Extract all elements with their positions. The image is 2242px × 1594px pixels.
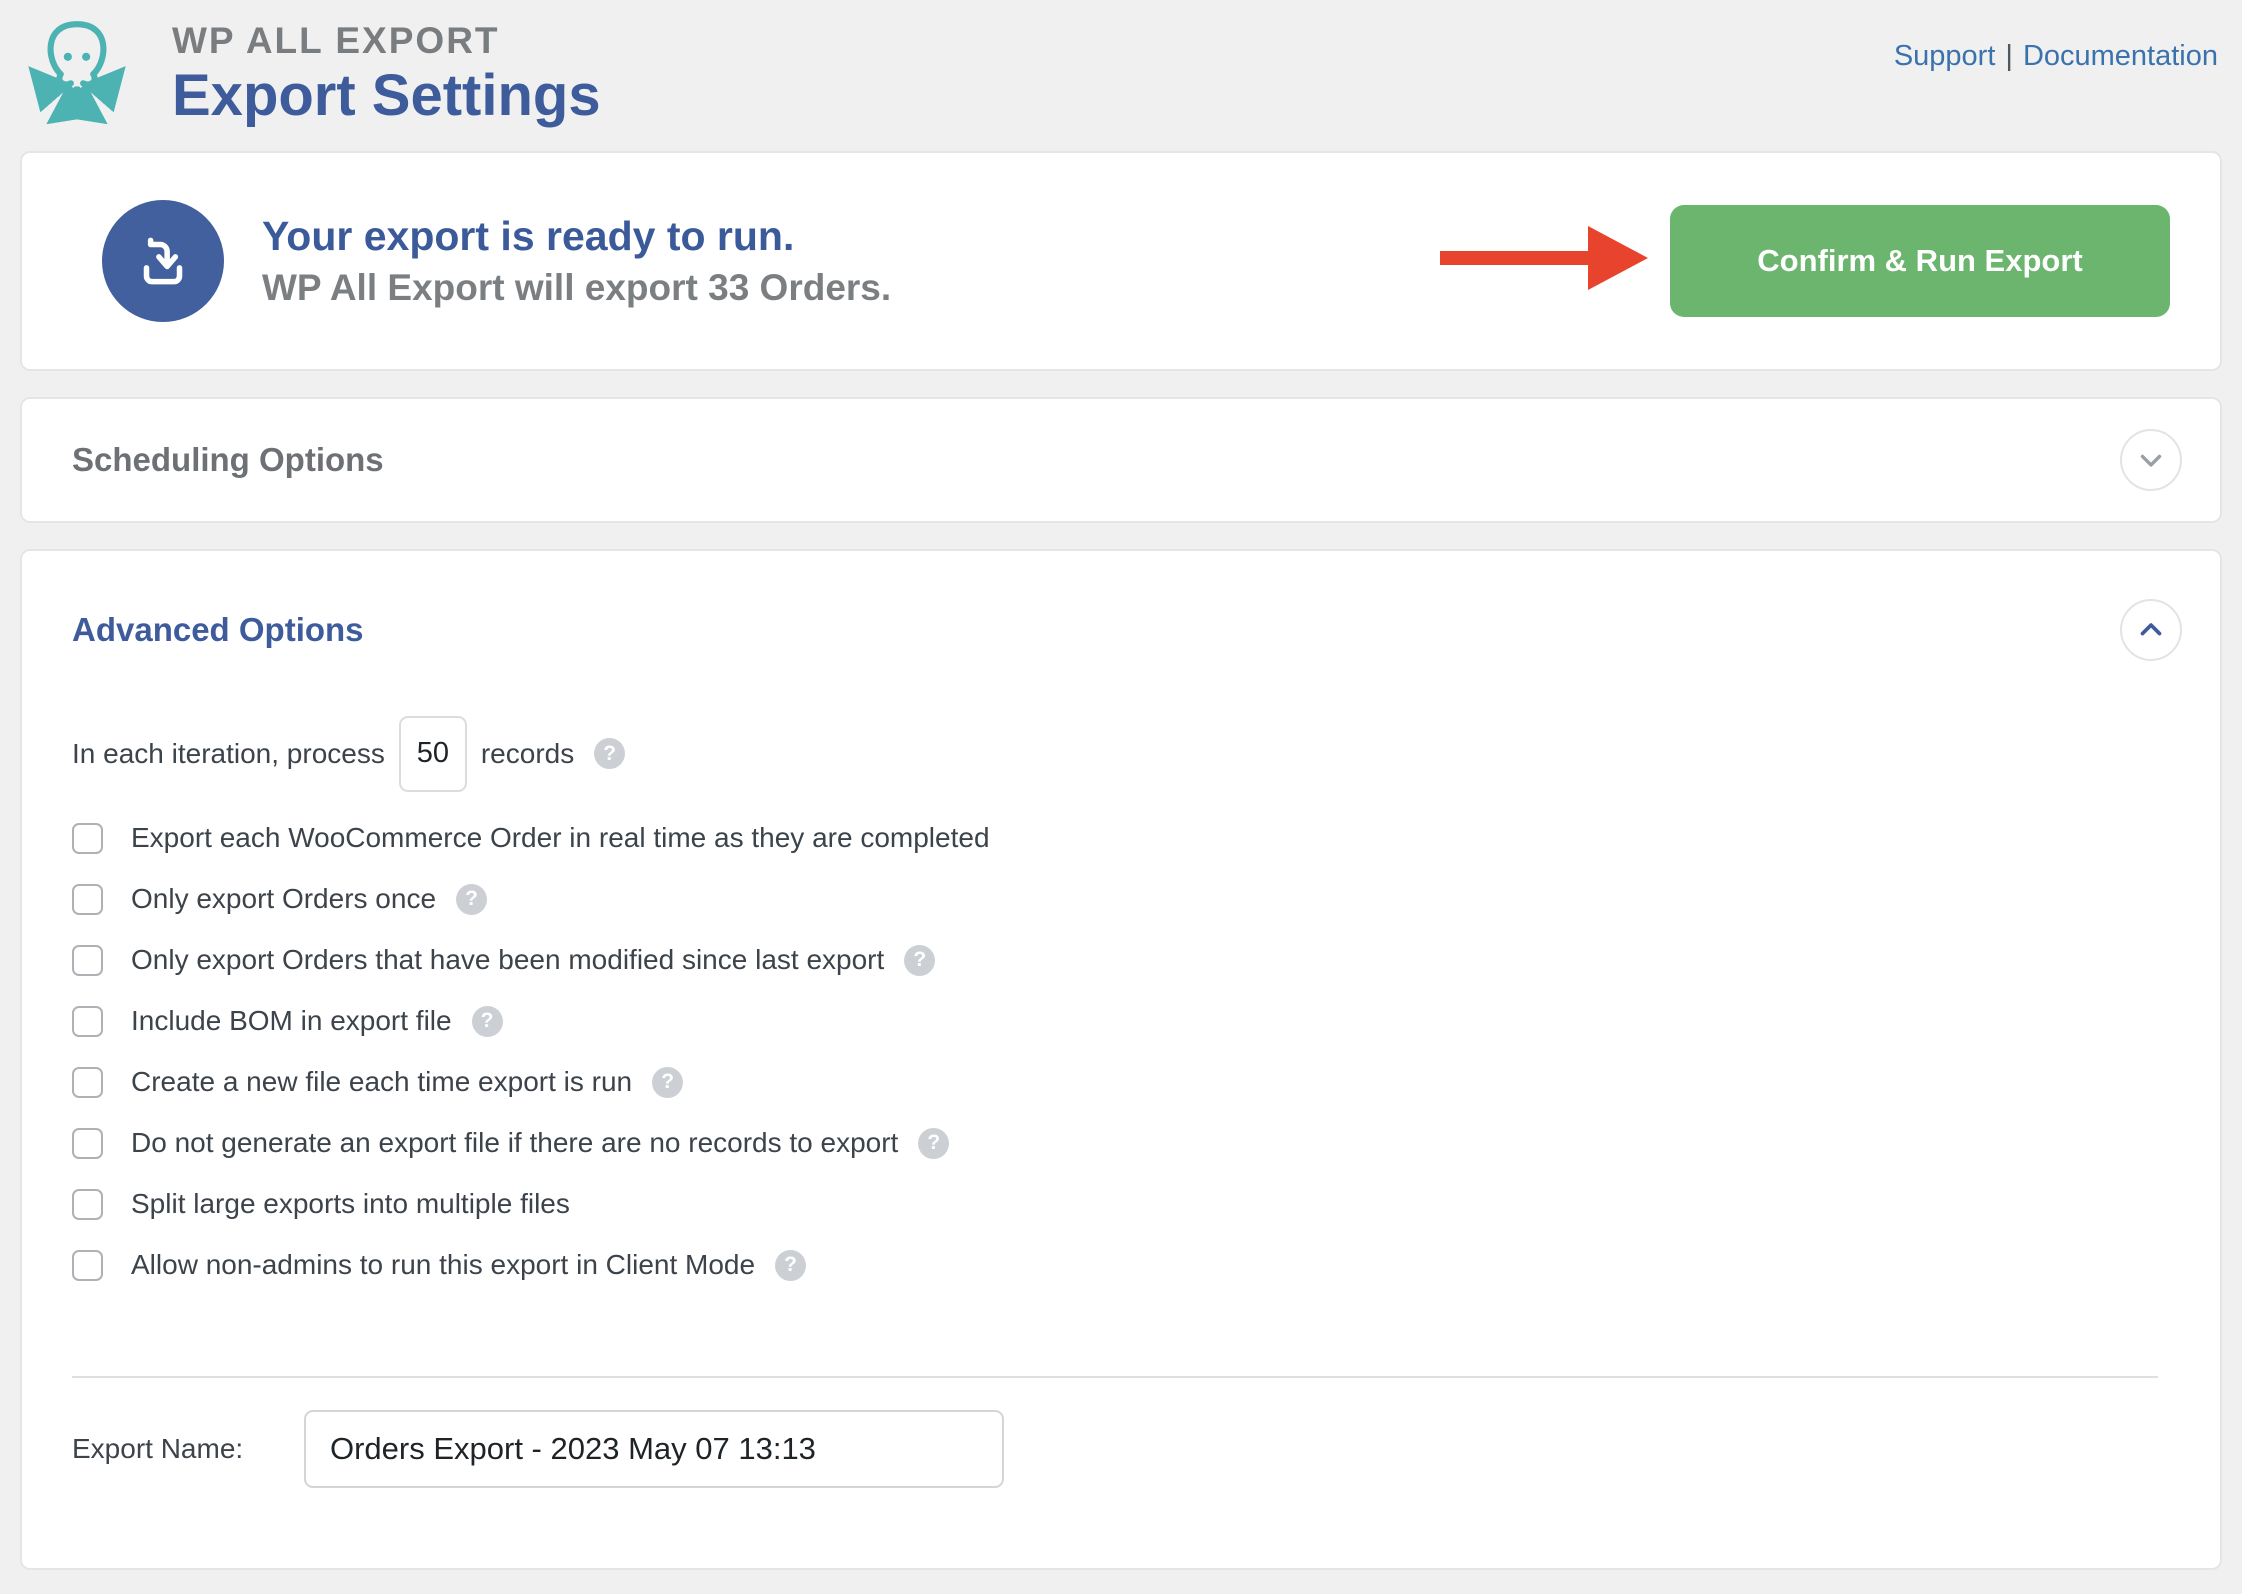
iteration-row: In each iteration, process records ?	[72, 716, 2170, 792]
chevron-down-icon	[2134, 443, 2168, 477]
page-header: WP ALL EXPORT Export Settings Support | Do…	[20, 0, 2222, 151]
chevron-up-icon	[2134, 613, 2168, 647]
help-icon[interactable]: ?	[918, 1128, 949, 1159]
iteration-suffix-label: records	[481, 738, 574, 770]
checkbox[interactable]	[72, 1189, 103, 1220]
checkbox-row: Do not generate an export file if there …	[72, 1113, 2170, 1174]
support-link[interactable]: Support	[1894, 40, 1996, 72]
advanced-options-header: Advanced Options	[72, 599, 2182, 661]
export-name-row: Export Name:	[72, 1410, 2170, 1488]
download-circle-icon	[102, 200, 224, 322]
link-separator: |	[2005, 40, 2013, 72]
advanced-options-title: Advanced Options	[72, 611, 364, 649]
checkbox-label: Export each WooCommerce Order in real ti…	[131, 822, 990, 854]
brand-name: WP ALL EXPORT	[172, 20, 601, 62]
checkbox[interactable]	[72, 1006, 103, 1037]
checkbox-row: Split large exports into multiple files	[72, 1174, 2170, 1235]
checkbox-label: Create a new file each time export is ru…	[131, 1066, 632, 1098]
advanced-options-panel: Advanced Options In each iteration, proc…	[20, 549, 2222, 1570]
checkbox[interactable]	[72, 1250, 103, 1281]
checkbox-label: Do not generate an export file if there …	[131, 1127, 898, 1159]
checkbox-label: Allow non-admins to run this export in C…	[131, 1249, 755, 1281]
advanced-collapse-button[interactable]	[2120, 599, 2182, 661]
export-ready-banner: Your export is ready to run. WP All Expo…	[20, 151, 2222, 371]
help-icon[interactable]: ?	[594, 738, 625, 769]
red-pointer-arrow-icon	[1438, 220, 1648, 301]
scheduling-options-panel[interactable]: Scheduling Options	[20, 397, 2222, 523]
advanced-checkbox-list: Export each WooCommerce Order in real ti…	[72, 808, 2170, 1296]
checkbox-label: Split large exports into multiple files	[131, 1188, 570, 1220]
banner-text: Your export is ready to run. WP All Expo…	[262, 212, 891, 309]
checkbox-row: Only export Orders once ?	[72, 869, 2170, 930]
documentation-link[interactable]: Documentation	[2023, 40, 2218, 72]
help-icon[interactable]: ?	[775, 1250, 806, 1281]
title-block: WP ALL EXPORT Export Settings	[172, 12, 601, 127]
octopus-logo-icon	[24, 12, 130, 124]
checkbox-row: Include BOM in export file ?	[72, 991, 2170, 1052]
checkbox[interactable]	[72, 1128, 103, 1159]
checkbox-label: Include BOM in export file	[131, 1005, 452, 1037]
export-settings-page: WP ALL EXPORT Export Settings Support | Do…	[0, 0, 2242, 1570]
advanced-options-body: In each iteration, process records ? Exp…	[72, 716, 2182, 1488]
checkbox[interactable]	[72, 945, 103, 976]
checkbox[interactable]	[72, 1067, 103, 1098]
brand-block: WP ALL EXPORT Export Settings	[24, 12, 601, 127]
help-icon[interactable]: ?	[904, 945, 935, 976]
checkbox-label: Only export Orders that have been modifi…	[131, 944, 884, 976]
scheduling-options-title: Scheduling Options	[72, 441, 384, 479]
confirm-run-export-button[interactable]: Confirm & Run Export	[1670, 205, 2170, 317]
help-icon[interactable]: ?	[652, 1067, 683, 1098]
header-links: Support | Documentation	[1894, 12, 2218, 73]
iteration-records-input[interactable]	[399, 716, 467, 792]
export-name-input[interactable]	[304, 1410, 1004, 1488]
iteration-prefix-label: In each iteration, process	[72, 738, 385, 770]
banner-actions: Confirm & Run Export	[1438, 205, 2170, 317]
checkbox[interactable]	[72, 884, 103, 915]
checkbox-label: Only export Orders once	[131, 883, 436, 915]
help-icon[interactable]: ?	[456, 884, 487, 915]
checkbox[interactable]	[72, 823, 103, 854]
checkbox-row: Allow non-admins to run this export in C…	[72, 1235, 2170, 1296]
checkbox-row: Create a new file each time export is ru…	[72, 1052, 2170, 1113]
help-icon[interactable]: ?	[472, 1006, 503, 1037]
checkbox-row: Export each WooCommerce Order in real ti…	[72, 808, 2170, 869]
banner-heading: Your export is ready to run.	[262, 212, 891, 261]
scheduling-expand-button[interactable]	[2120, 429, 2182, 491]
page-title: Export Settings	[172, 66, 601, 127]
banner-subheading: WP All Export will export 33 Orders.	[262, 267, 891, 309]
checkbox-row: Only export Orders that have been modifi…	[72, 930, 2170, 991]
section-divider	[72, 1376, 2158, 1378]
export-name-label: Export Name:	[72, 1433, 304, 1465]
